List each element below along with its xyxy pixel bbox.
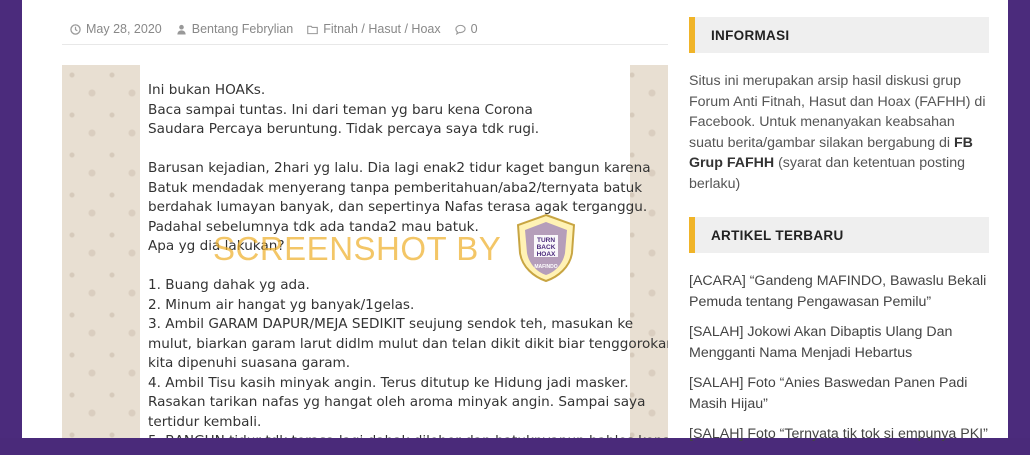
message-line: Rasakan tarikan nafas yg hangat oleh aro… bbox=[148, 394, 646, 410]
info-line: Situs ini merupakan arsip hasil diskusi … bbox=[689, 73, 962, 89]
message-line: kita dipenuhi suasana garam. bbox=[148, 355, 351, 371]
folder-icon bbox=[307, 25, 319, 34]
post-comments[interactable]: 0 bbox=[454, 22, 478, 36]
watermark-text: SCREENSHOT BY bbox=[213, 230, 502, 267]
info-line: berlaku) bbox=[689, 175, 741, 192]
page-frame-left bbox=[0, 0, 22, 438]
svg-text:TURN: TURN bbox=[537, 237, 555, 244]
article-title-line[interactable]: [ACARA] “Gandeng MAFINDO, Bawaslu Bekali bbox=[689, 271, 989, 292]
svg-text:BACK: BACK bbox=[537, 244, 556, 251]
recent-widget-heading: ARTIKEL TERBARU bbox=[689, 217, 989, 253]
post-main: May 28, 2020 Bentang Febrylian Fitnah / … bbox=[42, 0, 668, 438]
message-line: mulut, biarkan garam larut didlm mulut d… bbox=[148, 335, 668, 352]
sidebar: INFORMASI Situs ini merupakan arsip hasi… bbox=[689, 0, 989, 442]
recent-heading-text: ARTIKEL TERBARU bbox=[711, 227, 844, 243]
fb-group-link-cont[interactable]: Grup FAFHH bbox=[689, 155, 774, 171]
message-line: 3. Ambil GARAM DAPUR/MEJA SEDIKIT seujun… bbox=[148, 316, 634, 332]
mafindo-seal-logo: TURN BACK HOAX MAFINDO bbox=[516, 213, 576, 283]
recent-articles-list: [ACARA] “Gandeng MAFINDO, Bawaslu Bekali… bbox=[689, 271, 989, 455]
message-line: Ini bukan HOAKs. bbox=[148, 82, 266, 98]
recent-article-link[interactable]: [SALAH] Foto “Ternyata tik tok si empuny… bbox=[689, 424, 989, 445]
info-line-text: suatu berita/gambar silakan bergabung di bbox=[689, 134, 951, 151]
recent-article-link[interactable]: [ACARA] “Gandeng MAFINDO, Bawaslu Bekali… bbox=[689, 271, 989, 312]
post-author-text[interactable]: Bentang Febrylian bbox=[192, 22, 293, 36]
post-comments-count[interactable]: 0 bbox=[471, 22, 478, 36]
info-heading-text: INFORMASI bbox=[711, 27, 790, 43]
post-author[interactable]: Bentang Febrylian bbox=[176, 22, 293, 36]
heading-accent-bar bbox=[689, 217, 695, 253]
post-categories[interactable]: Fitnah / Hasut / Hoax bbox=[307, 22, 441, 36]
meta-divider bbox=[62, 44, 668, 45]
info-widget-heading: INFORMASI bbox=[689, 17, 989, 53]
message-line: Baca sampai tuntas. Ini dari teman yg ba… bbox=[148, 101, 533, 118]
info-line: Forum Anti Fitnah, Hasut dan Hoax (FAFHH… bbox=[689, 93, 986, 110]
recent-article-link[interactable]: [SALAH] Foto “Anies Baswedan Panen Padi … bbox=[689, 373, 989, 414]
user-icon bbox=[177, 24, 186, 35]
recent-article-link[interactable]: [SALAH] Jokowi Akan Dibaptis Ulang Dan M… bbox=[689, 322, 989, 363]
article-title-line[interactable]: [SALAH] Foto “Ternyata tik tok si empuny… bbox=[689, 424, 989, 445]
svg-text:HOAX: HOAX bbox=[537, 251, 556, 258]
comment-icon bbox=[454, 24, 466, 35]
message-line: tertidur kembali. bbox=[148, 413, 262, 430]
article-title-line[interactable]: Pemuda tentang Pengawasan Pemilu” bbox=[689, 292, 989, 313]
info-line: Facebook. Untuk menanyakan keabsahan bbox=[689, 114, 955, 130]
message-line: Saudara Percaya beruntung. Tidak percaya… bbox=[148, 121, 540, 137]
heading-accent-bar bbox=[689, 17, 695, 53]
message-line: 2. Minum air hangat yg banyak/1gelas. bbox=[148, 296, 415, 313]
post-meta: May 28, 2020 Bentang Febrylian Fitnah / … bbox=[70, 22, 478, 36]
message-line: 4. Ambil Tisu kasih minyak angin. Terus … bbox=[148, 374, 629, 391]
article-title-line[interactable]: [SALAH] Foto “Anies Baswedan Panen Padi bbox=[689, 373, 989, 394]
info-line-text: (syarat dan ketentuan posting bbox=[774, 155, 965, 171]
post-date: May 28, 2020 bbox=[70, 22, 162, 36]
info-line: Grup FAFHH (syarat dan ketentuan posting bbox=[689, 153, 989, 174]
article-title-line[interactable]: Mengganti Nama Menjadi Hebartus bbox=[689, 343, 989, 364]
post-categories-text[interactable]: Fitnah / Hasut / Hoax bbox=[323, 22, 440, 36]
info-description: Situs ini merupakan arsip hasil diskusi … bbox=[689, 71, 989, 194]
post-date-text: May 28, 2020 bbox=[86, 22, 162, 36]
message-line: Batuk mendadak menyerang tanpa pemberita… bbox=[148, 179, 643, 196]
page-container: May 28, 2020 Bentang Febrylian Fitnah / … bbox=[22, 0, 1008, 442]
page-frame-right bbox=[1008, 0, 1030, 438]
clock-icon bbox=[70, 23, 81, 35]
fb-group-link[interactable]: FB bbox=[954, 135, 973, 151]
message-line: 5. BANGUN tidur tdk terasa lagi dahak di… bbox=[148, 432, 668, 438]
article-title-line[interactable]: Masih Hijau” bbox=[689, 394, 989, 415]
article-title-line[interactable]: [SALAH] Jokowi Akan Dibaptis Ulang Dan bbox=[689, 322, 989, 343]
svg-text:MAFINDO: MAFINDO bbox=[534, 264, 557, 270]
hoax-screenshot: Ini bukan HOAKs. Baca sampai tuntas. Ini … bbox=[62, 65, 668, 438]
message-line: Barusan kejadian, 2hari yg lalu. Dia lag… bbox=[148, 160, 651, 176]
info-line: suatu berita/gambar silakan bergabung di… bbox=[689, 133, 989, 154]
